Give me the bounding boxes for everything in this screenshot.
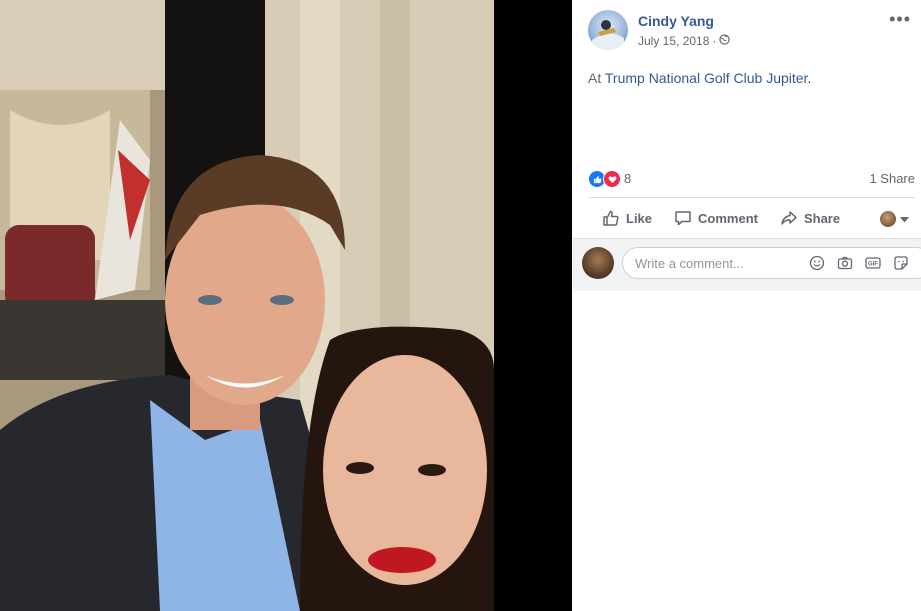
thumbs-up-icon: [602, 209, 620, 227]
comment-label: Comment: [698, 210, 758, 226]
share-label: Share: [803, 210, 841, 226]
divider: [588, 197, 915, 198]
comment-input[interactable]: Write a comment... GIF: [622, 247, 921, 279]
caption-prefix: At: [588, 70, 605, 86]
more-options-icon[interactable]: •••: [889, 10, 911, 28]
like-button[interactable]: Like: [602, 209, 652, 227]
page-avatar: [880, 211, 896, 227]
post-date[interactable]: July 15, 2018: [638, 34, 709, 48]
author-name[interactable]: Cindy Yang: [638, 13, 714, 29]
post-meta: July 15, 2018 ·: [638, 34, 731, 48]
reactions-bar: 8 1 Share: [588, 168, 915, 188]
share-count[interactable]: 1 Share: [869, 171, 915, 186]
share-button[interactable]: Share: [780, 209, 840, 227]
reaction-icons[interactable]: [588, 170, 621, 188]
comment-button[interactable]: Comment: [674, 209, 758, 227]
react-as-selector[interactable]: [880, 210, 909, 228]
post-side-panel: Cindy Yang July 15, 2018 · ••• At Trump …: [572, 0, 921, 611]
post-photo[interactable]: [0, 0, 494, 611]
place-link[interactable]: Trump National Golf Club Jupiter: [605, 70, 808, 86]
gif-icon[interactable]: GIF: [865, 255, 881, 271]
globe-icon[interactable]: [719, 34, 731, 48]
post-header: Cindy Yang July 15, 2018 · •••: [588, 10, 911, 54]
like-label: Like: [626, 210, 653, 226]
post-actions: Like Comment Share: [588, 202, 915, 234]
comment-tools: GIF: [809, 255, 909, 271]
comment-composer: Write a comment... GIF: [572, 238, 921, 291]
svg-text:GIF: GIF: [868, 262, 878, 268]
emoji-icon[interactable]: [809, 255, 825, 271]
sticker-icon[interactable]: [893, 255, 909, 271]
camera-icon[interactable]: [837, 255, 853, 271]
reaction-count[interactable]: 8: [624, 171, 631, 186]
share-arrow-icon: [780, 209, 798, 227]
author-avatar[interactable]: [588, 10, 628, 50]
love-icon: [603, 170, 621, 188]
caption-suffix: .: [807, 70, 812, 86]
post-caption: At Trump National Golf Club Jupiter.: [588, 70, 811, 86]
date-separator: ·: [712, 34, 717, 48]
comment-icon: [674, 209, 692, 227]
caret-down-icon: [900, 210, 909, 228]
photo-viewer: [0, 0, 572, 611]
comment-placeholder: Write a comment...: [635, 256, 744, 271]
viewer-avatar[interactable]: [582, 247, 614, 279]
